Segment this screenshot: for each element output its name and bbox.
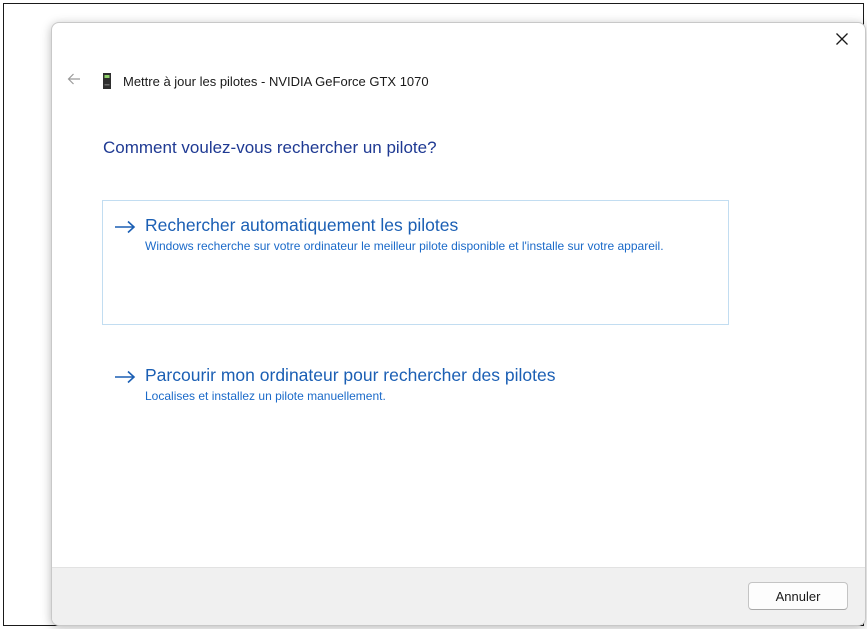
option-description: Localises et installez un pilote manuell… bbox=[145, 389, 386, 403]
back-button[interactable] bbox=[62, 71, 86, 91]
close-button[interactable] bbox=[825, 27, 859, 55]
dialog-footer: Annuler bbox=[52, 567, 865, 625]
screenshot-frame: Mettre à jour les pilotes - NVIDIA GeFor… bbox=[3, 3, 866, 626]
option-content: Parcourir mon ordinateur pour rechercher… bbox=[114, 364, 705, 405]
close-icon bbox=[835, 32, 849, 51]
back-arrow-icon bbox=[67, 72, 81, 90]
browse-computer-option[interactable]: Parcourir mon ordinateur pour rechercher… bbox=[102, 350, 729, 420]
arrow-right-icon bbox=[114, 367, 136, 387]
search-automatically-option[interactable]: Rechercher automatiquement les pilotes W… bbox=[102, 200, 729, 325]
cancel-button[interactable]: Annuler bbox=[748, 582, 848, 610]
page-question: Comment voulez-vous rechercher un pilote… bbox=[103, 138, 437, 157]
option-description: Windows recherche sur votre ordinateur l… bbox=[145, 239, 664, 253]
option-text: Parcourir mon ordinateur pour rechercher… bbox=[145, 364, 705, 405]
option-title: Parcourir mon ordinateur pour rechercher… bbox=[145, 365, 556, 385]
update-drivers-dialog: Mettre à jour les pilotes - NVIDIA GeFor… bbox=[51, 22, 866, 626]
option-text: Rechercher automatiquement les pilotes W… bbox=[145, 214, 705, 255]
option-content: Rechercher automatiquement les pilotes W… bbox=[114, 214, 705, 255]
arrow-right-icon bbox=[114, 217, 136, 237]
graphics-card-icon bbox=[102, 72, 112, 90]
dialog-title: Mettre à jour les pilotes - NVIDIA GeFor… bbox=[123, 73, 429, 89]
option-title: Rechercher automatiquement les pilotes bbox=[145, 215, 459, 235]
dialog-header: Mettre à jour les pilotes - NVIDIA GeFor… bbox=[62, 71, 429, 91]
